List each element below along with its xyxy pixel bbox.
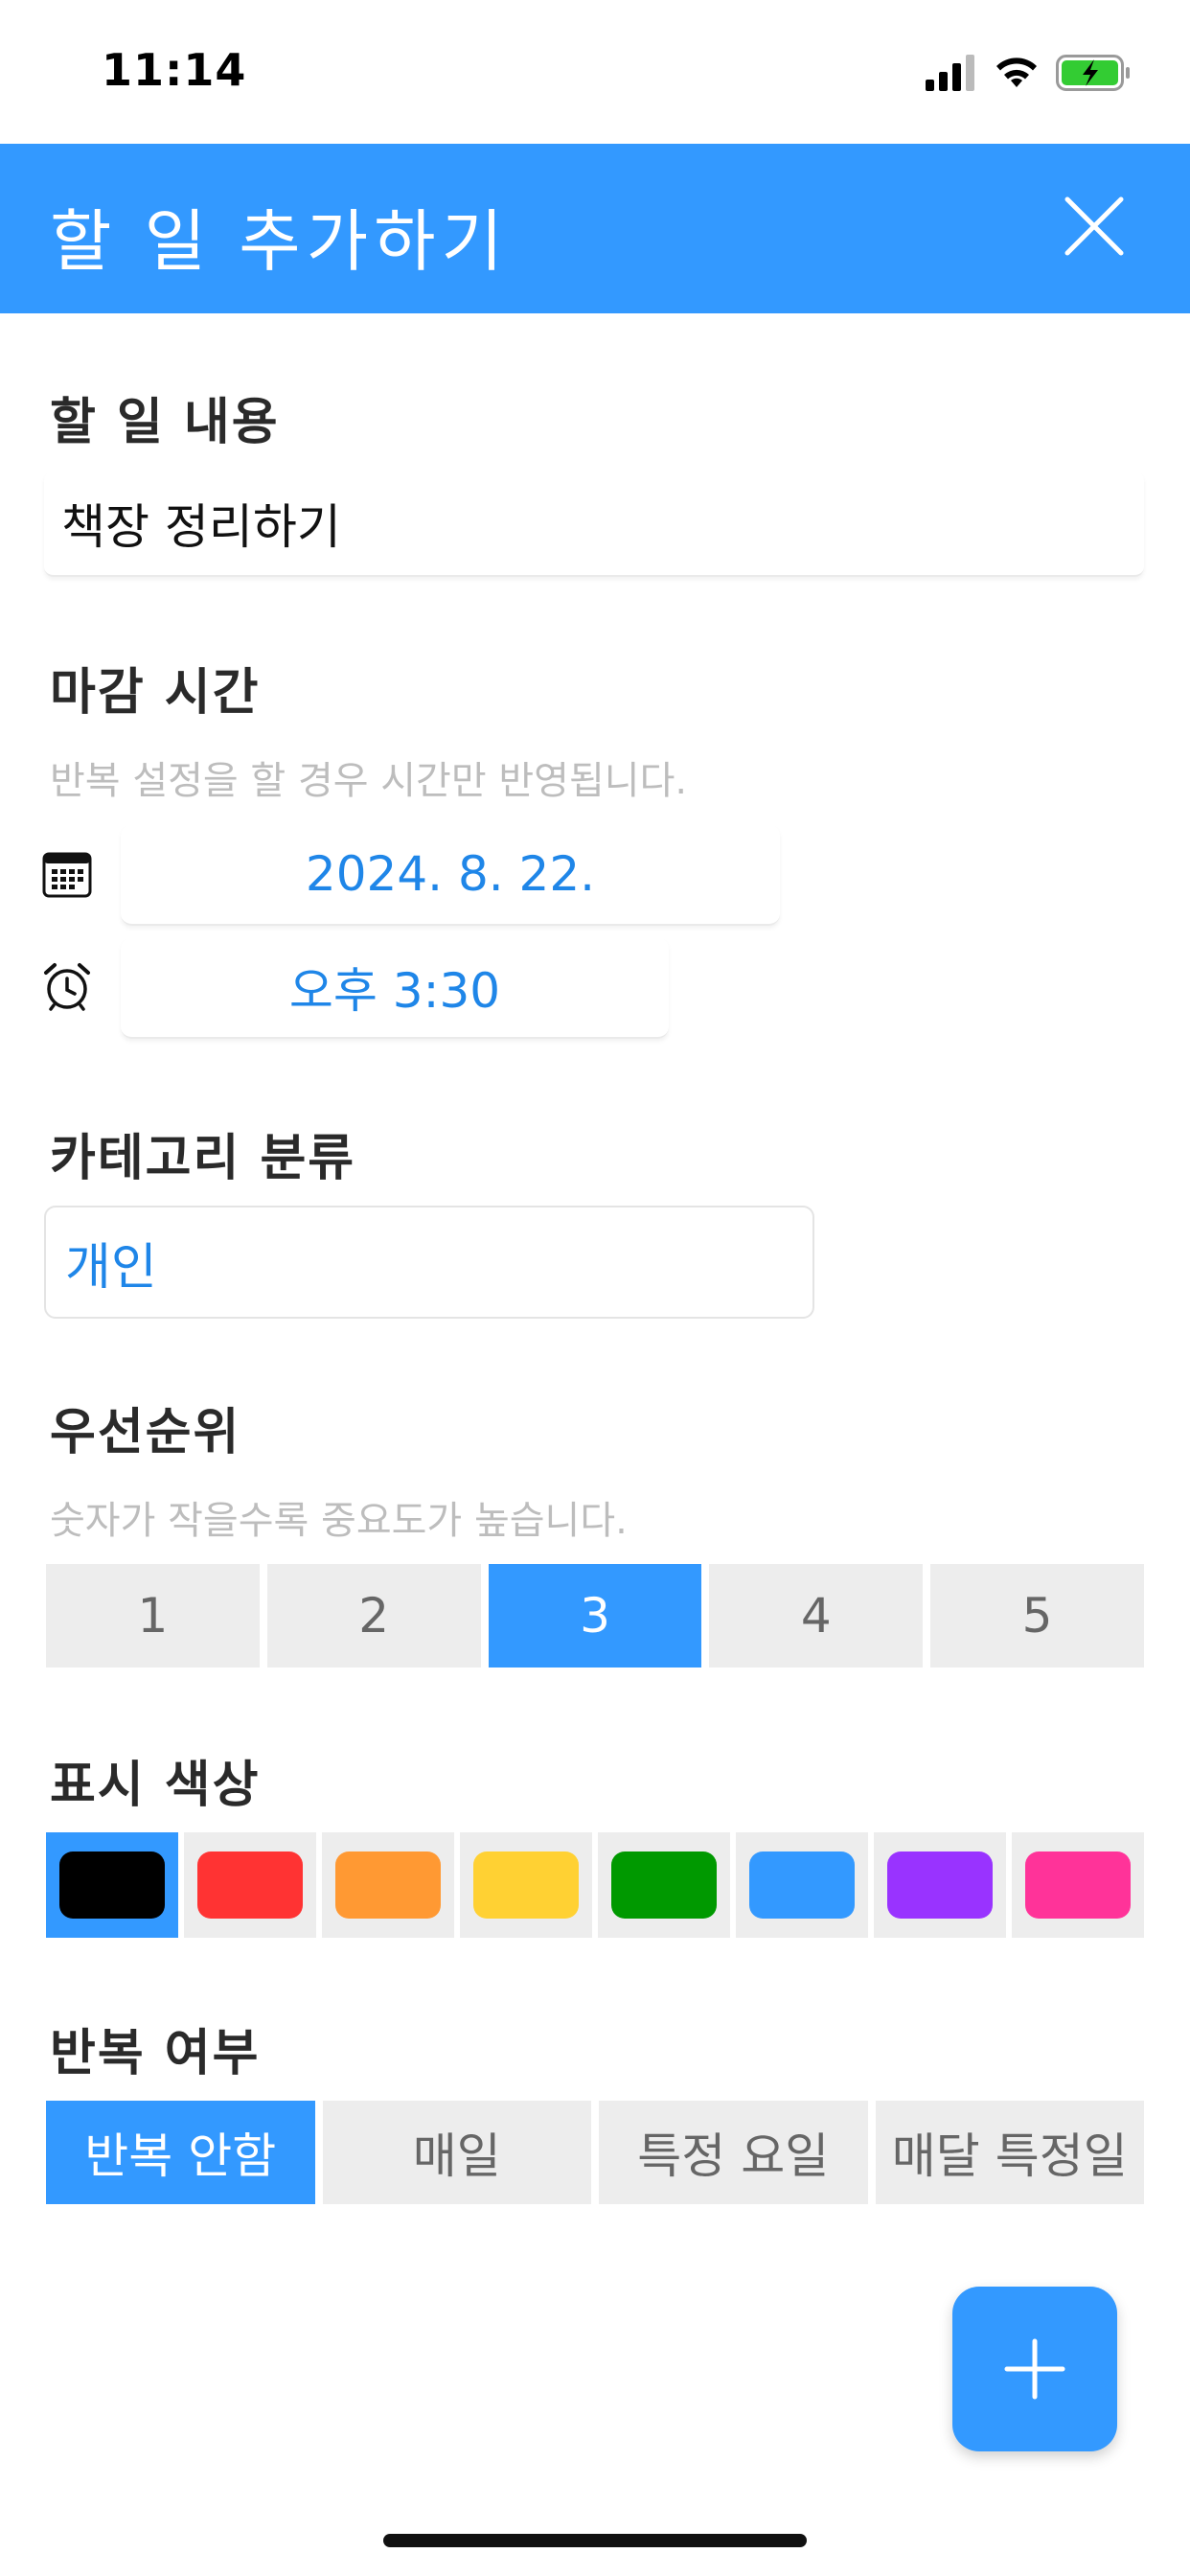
- color-swatch: [335, 1852, 441, 1919]
- task-label: 할 일 내용: [50, 394, 280, 451]
- plus-icon: [1004, 2338, 1065, 2400]
- repeat-option-daily[interactable]: 매일: [322, 2101, 591, 2204]
- category-select[interactable]: 개인: [44, 1206, 814, 1319]
- status-time: 11:14: [102, 44, 247, 96]
- calendar-icon: [42, 852, 92, 898]
- status-icons: [926, 52, 1133, 94]
- color-swatch: [611, 1852, 717, 1919]
- priority-option-4[interactable]: 4: [709, 1564, 924, 1668]
- priority-label: 우선순위: [50, 1404, 241, 1461]
- color-option-blue[interactable]: [736, 1832, 868, 1938]
- repeat-option-weekday[interactable]: 특정 요일: [599, 2101, 868, 2204]
- repeat-option-monthly[interactable]: 매달 특정일: [875, 2101, 1144, 2204]
- time-picker[interactable]: 오후 3:30: [121, 937, 669, 1039]
- color-swatch: [887, 1852, 993, 1919]
- color-option-black[interactable]: [46, 1832, 178, 1938]
- header-bar: 할 일 추가하기: [0, 144, 1190, 313]
- priority-option-3[interactable]: 3: [488, 1564, 702, 1668]
- priority-option-1[interactable]: 1: [46, 1564, 260, 1668]
- battery-charging-icon: [1056, 55, 1130, 91]
- add-task-button[interactable]: [952, 2287, 1117, 2451]
- deadline-label: 마감 시간: [50, 664, 261, 722]
- status-bar: 11:14: [0, 0, 1190, 144]
- repeat-segment: 반복 안함 매일 특정 요일 매달 특정일: [46, 2101, 1144, 2204]
- color-option-orange[interactable]: [322, 1832, 454, 1938]
- color-swatch: [1025, 1852, 1131, 1919]
- page-title: 할 일 추가하기: [50, 202, 509, 281]
- color-option-pink[interactable]: [1012, 1832, 1144, 1938]
- date-picker[interactable]: 2024. 8. 22.: [121, 824, 780, 926]
- home-indicator: [383, 2534, 807, 2547]
- deadline-hint: 반복 설정을 할 경우 시간만 반영됩니다.: [50, 759, 688, 803]
- color-option-green[interactable]: [598, 1832, 730, 1938]
- repeat-label: 반복 여부: [50, 2025, 261, 2082]
- close-button[interactable]: [1062, 194, 1127, 259]
- color-option-yellow[interactable]: [460, 1832, 592, 1938]
- color-swatch: [197, 1852, 303, 1919]
- color-label: 표시 색상: [50, 1757, 261, 1814]
- color-swatch: [749, 1852, 855, 1919]
- priority-hint: 숫자가 작을수록 중요도가 높습니다.: [50, 1499, 628, 1543]
- color-option-red[interactable]: [184, 1832, 316, 1938]
- alarm-clock-icon: [44, 963, 90, 1011]
- color-swatch: [59, 1852, 165, 1919]
- close-icon: [1064, 196, 1124, 256]
- color-swatch: [473, 1852, 579, 1919]
- category-label: 카테고리 분류: [50, 1130, 356, 1187]
- color-option-purple[interactable]: [874, 1832, 1006, 1938]
- color-picker: [46, 1832, 1144, 1938]
- priority-option-5[interactable]: 5: [930, 1564, 1144, 1668]
- task-input[interactable]: [44, 472, 1144, 577]
- priority-segment: 1 2 3 4 5: [46, 1564, 1144, 1668]
- wifi-icon: [996, 58, 1037, 87]
- repeat-option-none[interactable]: 반복 안함: [46, 2101, 315, 2204]
- priority-option-2[interactable]: 2: [266, 1564, 481, 1668]
- signal-icon: [926, 55, 974, 91]
